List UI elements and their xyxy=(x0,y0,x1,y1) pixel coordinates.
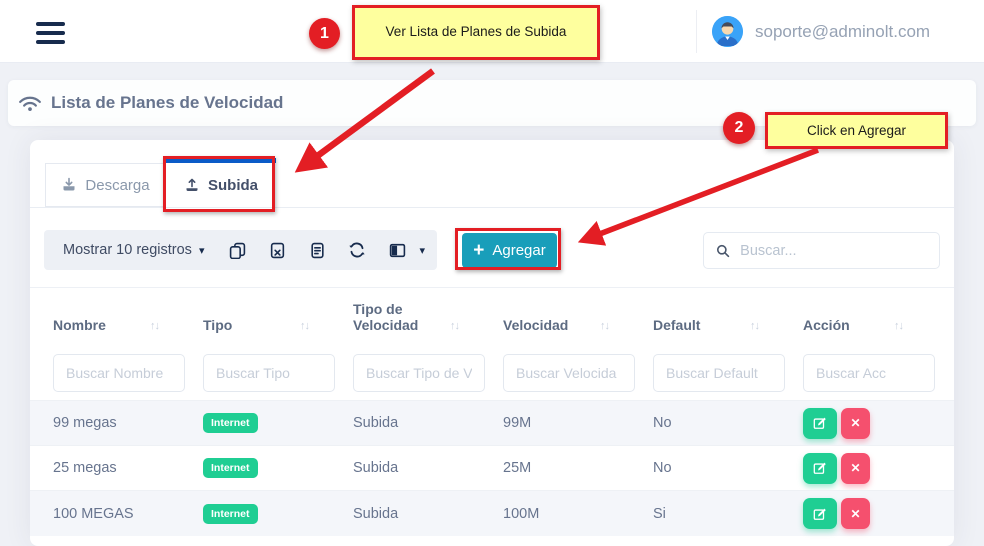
edit-icon xyxy=(813,461,827,475)
page-title: Lista de Planes de Velocidad xyxy=(51,93,283,113)
cell-tipo-velocidad: Subida xyxy=(345,415,495,431)
cell-velocidad: 99M xyxy=(495,415,645,431)
cell-accion: ✕ xyxy=(795,498,939,529)
excel-file-icon xyxy=(269,242,286,259)
refresh-button[interactable] xyxy=(337,241,377,259)
table-filter-row xyxy=(30,346,954,400)
copy-icon xyxy=(229,242,246,259)
step1-marker: 1 xyxy=(309,18,340,49)
delete-button[interactable]: ✕ xyxy=(841,408,870,439)
cell-default: No xyxy=(645,415,795,431)
app-window: soporte@adminolt.com Lista de Planes de … xyxy=(0,0,984,546)
cell-tipo: Internet xyxy=(195,504,345,524)
edit-icon xyxy=(813,416,827,430)
table-header-row: Nombre ↑↓ Tipo ↑↓ Tipo de Velocidad ↑↓ V… xyxy=(30,287,954,346)
download-icon xyxy=(61,177,77,193)
menu-toggle-icon[interactable] xyxy=(36,22,65,44)
cell-accion: ✕ xyxy=(795,408,939,439)
navbar-divider xyxy=(696,10,697,53)
step2-callout: Click en Agregar xyxy=(765,112,948,149)
close-icon: ✕ xyxy=(850,507,860,521)
document-icon xyxy=(309,242,326,259)
delete-button[interactable]: ✕ xyxy=(841,498,870,529)
highlight-box-subida-tab xyxy=(163,156,275,212)
edit-button[interactable] xyxy=(803,453,837,484)
tipo-badge: Internet xyxy=(203,413,258,433)
chevron-down-icon: ▾ xyxy=(199,244,205,257)
copy-button[interactable] xyxy=(217,242,257,259)
wifi-icon xyxy=(18,94,42,112)
export-excel-button[interactable] xyxy=(257,242,297,259)
table-row: 99 megas Internet Subida 99M No ✕ xyxy=(30,400,954,445)
close-icon: ✕ xyxy=(850,416,860,430)
highlight-box-add-button xyxy=(455,228,561,270)
edit-button[interactable] xyxy=(803,408,837,439)
cell-default: Si xyxy=(645,506,795,522)
filter-accion-input[interactable] xyxy=(803,354,935,392)
step1-callout: Ver Lista de Planes de Subida xyxy=(352,5,600,60)
user-avatar-icon xyxy=(712,16,743,47)
cell-tipo: Internet xyxy=(195,413,345,433)
cell-velocidad: 100M xyxy=(495,506,645,522)
sort-icon[interactable]: ↑↓ xyxy=(750,320,759,333)
datatable-toolbar: Mostrar 10 registros ▾ xyxy=(44,230,437,270)
filter-tipo-velocidad-input[interactable] xyxy=(353,354,485,392)
cell-default: No xyxy=(645,460,795,476)
cell-accion: ✕ xyxy=(795,453,939,484)
search-input[interactable] xyxy=(740,243,927,259)
sort-icon[interactable]: ↑↓ xyxy=(450,320,459,333)
cell-velocidad: 25M xyxy=(495,460,645,476)
delete-button[interactable]: ✕ xyxy=(841,453,870,484)
table-row: 100 MEGAS Internet Subida 100M Si ✕ xyxy=(30,490,954,536)
column-header-accion[interactable]: Acción ↑↓ xyxy=(795,317,939,333)
tipo-badge: Internet xyxy=(203,504,258,524)
column-header-tipo-velocidad[interactable]: Tipo de Velocidad ↑↓ xyxy=(345,301,495,333)
sort-icon[interactable]: ↑↓ xyxy=(894,320,903,333)
edit-icon xyxy=(813,507,827,521)
cell-nombre: 100 MEGAS xyxy=(45,506,195,522)
cell-nombre: 25 megas xyxy=(45,460,195,476)
show-entries-label: Mostrar 10 registros xyxy=(63,242,192,258)
step2-marker: 2 xyxy=(723,112,755,144)
cell-tipo-velocidad: Subida xyxy=(345,506,495,522)
filter-tipo-input[interactable] xyxy=(203,354,335,392)
show-entries-dropdown[interactable]: Mostrar 10 registros ▾ xyxy=(63,242,204,258)
cell-tipo-velocidad: Subida xyxy=(345,460,495,476)
filter-velocidad-input[interactable] xyxy=(503,354,635,392)
sort-icon[interactable]: ↑↓ xyxy=(300,320,309,333)
user-email[interactable]: soporte@adminolt.com xyxy=(755,0,930,63)
close-icon: ✕ xyxy=(850,461,860,475)
column-header-velocidad[interactable]: Velocidad ↑↓ xyxy=(495,317,645,333)
avatar[interactable] xyxy=(712,16,743,47)
columns-icon xyxy=(389,242,406,259)
column-header-nombre[interactable]: Nombre ↑↓ xyxy=(45,317,195,333)
search-box xyxy=(703,232,940,269)
sort-icon[interactable]: ↑↓ xyxy=(600,320,609,333)
chevron-down-icon[interactable]: ▾ xyxy=(419,244,425,257)
sort-icon[interactable]: ↑↓ xyxy=(150,320,159,333)
column-visibility-button[interactable] xyxy=(377,242,417,259)
export-file-button[interactable] xyxy=(297,242,337,259)
cell-nombre: 99 megas xyxy=(45,415,195,431)
filter-default-input[interactable] xyxy=(653,354,785,392)
tab-descarga-label: Descarga xyxy=(85,177,149,194)
edit-button[interactable] xyxy=(803,498,837,529)
cell-tipo: Internet xyxy=(195,458,345,478)
refresh-icon xyxy=(348,241,366,259)
column-header-default[interactable]: Default ↑↓ xyxy=(645,317,795,333)
tipo-badge: Internet xyxy=(203,458,258,478)
tab-descarga[interactable]: Descarga xyxy=(45,163,166,207)
filter-nombre-input[interactable] xyxy=(53,354,185,392)
column-header-tipo[interactable]: Tipo ↑↓ xyxy=(195,317,345,333)
table-row: 25 megas Internet Subida 25M No ✕ xyxy=(30,445,954,490)
search-icon xyxy=(716,243,730,259)
